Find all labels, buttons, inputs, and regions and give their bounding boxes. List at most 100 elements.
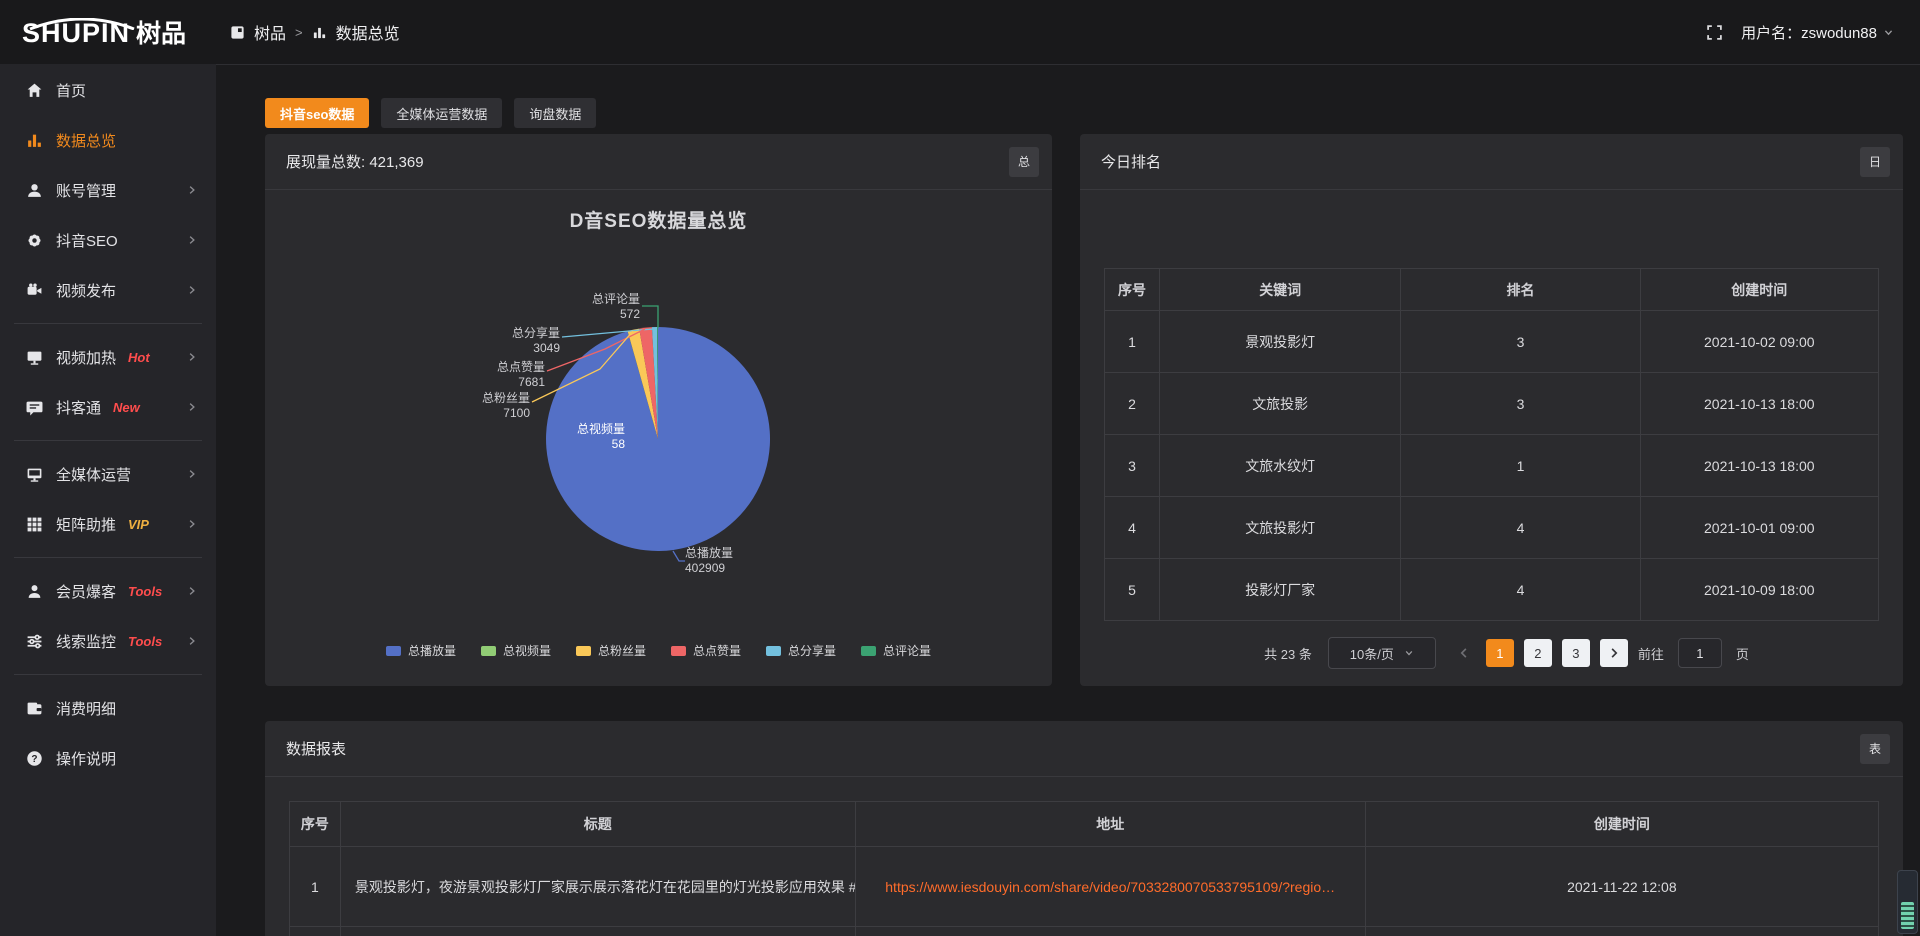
page-button-2[interactable]: 2 [1524,639,1552,667]
sidebar-item-lead-monitor[interactable]: 线索监控Tools [0,617,216,665]
sidebar-item-matrix-boost[interactable]: 矩阵助推VIP [0,500,216,548]
legend-item-总视频量[interactable]: 总视频量 [481,642,551,659]
sidebar-item-label: 抖客通 [56,397,101,418]
sidebar-item-label: 首页 [56,80,86,101]
video-link[interactable]: https://www.iesdouyin.com/share/video/70… [885,879,1335,895]
table-cell: 2021-10-09 18:00 [1640,559,1878,621]
sidebar-item-label: 抖音SEO [56,230,118,251]
legend-item-总分享量[interactable]: 总分享量 [766,642,836,659]
bar-chart-icon [312,25,327,40]
table-cell: 1 [1105,311,1160,373]
floating-service-widget[interactable] [1897,870,1918,934]
chevron-right-icon [186,234,198,246]
prev-page-button[interactable] [1452,639,1476,667]
chevron-right-icon [186,184,198,196]
sidebar-item-home[interactable]: 首页 [0,66,216,114]
tab-2[interactable]: 询盘数据 [514,98,596,128]
tab-1[interactable]: 全媒体运营数据 [381,98,502,128]
table-cell: 1 [1401,435,1640,497]
pie-chart-area: D音SEO数据量总览 总评论量572 总分享量3049 总点赞量7681 [265,190,1052,686]
sidebar-item-label: 数据总览 [56,130,116,151]
legend-label: 总点赞量 [693,642,741,659]
report-table: 序号标题地址创建时间1景观投影灯，夜游景观投影灯厂家展示展示落花灯在花园里的灯光… [289,801,1879,936]
page-unit-label: 页 [1736,644,1749,663]
table-row: 3文旅水纹灯12021-10-13 18:00 [1105,435,1879,497]
table-cell: 5 [1105,559,1160,621]
page-button-3[interactable]: 3 [1562,639,1590,667]
table-cell: https://www.iesdouyin.com/share/video/70… [855,847,1365,927]
pie-label-fans: 总粉丝量7100 [482,391,530,421]
legend-item-总点赞量[interactable]: 总点赞量 [671,642,741,659]
table-cell: 3 [1401,373,1640,435]
app-square-icon [230,25,245,40]
sidebar-item-video-publish[interactable]: 视频发布 [0,266,216,314]
total-view-button[interactable]: 总 [1009,147,1039,177]
legend-label: 总播放量 [408,642,456,659]
goto-page-input[interactable] [1678,638,1722,668]
logo-arc [26,18,138,30]
breadcrumb-root[interactable]: 树品 [254,20,286,44]
legend-item-总评论量[interactable]: 总评论量 [861,642,931,659]
legend-label: 总评论量 [883,642,931,659]
user-menu[interactable]: 用户名：zswodun88 [1741,22,1894,43]
column-header: 标题 [340,802,855,847]
sidebar-item-video-heat[interactable]: 视频加热 Hot [0,333,216,381]
sidebar-badge: Tools [128,584,162,599]
table-cell: 景观投影灯 [1159,311,1400,373]
breadcrumb: 树品 > 数据总览 [230,20,400,44]
sidebar-item-data-overview[interactable]: 数据总览 [0,116,216,164]
service-widget-stripes [1901,902,1914,929]
pie-label-likes: 总点赞量7681 [497,360,545,390]
legend-item-总播放量[interactable]: 总播放量 [386,642,456,659]
sidebar: 首页数据总览账号管理抖音SEO 视频发布视频加热 Hot 抖客通New 全媒体运营矩阵助… [0,64,216,936]
day-view-button[interactable]: 日 [1860,147,1890,177]
sidebar-item-douyin-seo[interactable]: 抖音SEO [0,216,216,264]
fullscreen-icon[interactable] [1706,24,1723,41]
sidebar-item-label: 视频发布 [56,280,116,301]
table-cell: 景观投影灯，夜游景观投影灯厂家展示展示落花灯在花园里的灯光投影应用效果 # [340,847,855,927]
next-page-button[interactable] [1600,639,1628,667]
table-cell: 2021-10-01 09:00 [1640,497,1878,559]
sidebar-item-guide[interactable]: ?操作说明 [0,734,216,782]
chevron-right-icon [186,585,198,597]
sidebar-item-label: 账号管理 [56,180,116,201]
legend-label: 总分享量 [788,642,836,659]
table-row: 4文旅投影灯42021-10-01 09:00 [1105,497,1879,559]
sidebar-item-member-baoke[interactable]: 会员爆客Tools [0,567,216,615]
report-panel-title: 数据报表 [286,738,346,759]
sidebar-item-douketong[interactable]: 抖客通New [0,383,216,431]
pie-label-videos: 总视频量58 [577,422,625,452]
ranking-panel-title: 今日排名 [1101,151,1161,172]
sidebar-item-label: 视频加热 [56,347,116,368]
table-view-button[interactable]: 表 [1860,734,1890,764]
sidebar-badge: Hot [128,350,150,365]
legend-swatch [766,646,781,656]
table-cell: 4 [1401,497,1640,559]
sidebar-item-media-ops[interactable]: 全媒体运营 [0,450,216,498]
page-size-select[interactable]: 10条/页 [1328,637,1436,669]
chart-legend: 总播放量 总视频量 总粉丝量 总点赞量 总分享量 总评论量 [265,642,1052,659]
sidebar-item-account-mgmt[interactable]: 账号管理 [0,166,216,214]
username-label: 用户名：zswodun88 [1741,22,1877,43]
table-cell: 文旅投影 [1159,373,1400,435]
table-cell: 文旅水纹灯 [1159,435,1400,497]
pie-label-comments: 总评论量572 [592,292,640,322]
column-header: 创建时间 [1640,269,1878,311]
table-cell: 3 [1401,311,1640,373]
pie-chart[interactable] [265,190,1052,686]
tab-0[interactable]: 抖音seo数据 [265,98,369,128]
home-icon [26,82,43,99]
wallet-icon [26,700,43,717]
table-cell: 2021-10-02 09:00 [1640,311,1878,373]
table-cell: 4 [1401,559,1640,621]
chat-icon [26,399,43,416]
gear-icon [26,232,43,249]
table-cell: 3 [1105,435,1160,497]
sidebar-item-consume-detail[interactable]: 消费明细 [0,684,216,732]
page-button-1[interactable]: 1 [1486,639,1514,667]
legend-swatch [671,646,686,656]
data-report-panel: 数据报表 表 序号标题地址创建时间1景观投影灯，夜游景观投影灯厂家展示展示落花灯… [265,721,1903,936]
bar-chart-icon [26,132,43,149]
legend-item-总粉丝量[interactable]: 总粉丝量 [576,642,646,659]
chart-title: D音SEO数据量总览 [265,206,1052,233]
